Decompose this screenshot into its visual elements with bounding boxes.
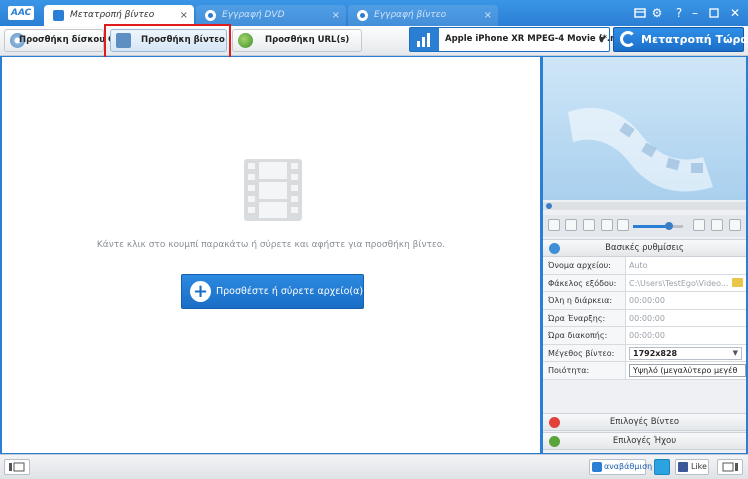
drop-hint: Κάντε κλικ στο κουμπί παρακάτω ή σύρετε … — [96, 240, 446, 250]
tab-label: Μετατροπή βίντεο — [70, 10, 155, 20]
twitter-icon[interactable] — [654, 459, 670, 475]
convert-label: Μετατροπή Τώρα! — [641, 33, 748, 46]
upgrade-icon — [592, 462, 602, 472]
tab-label: Εγγραφή βίντεο — [374, 10, 447, 20]
setting-label: Ώρα διακοπής: — [543, 327, 626, 344]
seek-bar[interactable] — [543, 202, 746, 210]
like-label: Like — [691, 462, 707, 471]
video-options-title: Επιλογές Βίντεο — [609, 417, 680, 427]
stop-icon[interactable] — [565, 219, 577, 231]
setting-row-duration: Όλη η διάρκεια: 00:00:00 — [543, 292, 746, 310]
basic-settings-title: Βασικές ρυθμίσεις — [605, 243, 684, 253]
file-drop-area[interactable]: Κάντε κλικ στο κουμπί παρακάτω ή σύρετε … — [2, 57, 540, 453]
add-cd-button[interactable]: Προσθήκη δίσκου CD — [4, 29, 121, 52]
cut-icon[interactable] — [711, 219, 723, 231]
tab-video-convert[interactable]: Μετατροπή βίντεο × — [44, 5, 194, 26]
chevron-down-icon: ▼ — [598, 35, 605, 44]
output-profile-select[interactable]: Apple iPhone XR MPEG-4 Movie (*.m... ▼ — [409, 27, 629, 52]
toggle-right-panel-button[interactable] — [717, 459, 743, 475]
video-options-icon — [549, 417, 560, 428]
volume-icon[interactable] — [617, 219, 629, 231]
chevron-down-icon: ▼ — [732, 348, 738, 357]
setting-label: Όλη η διάρκεια: — [543, 292, 626, 309]
film-strip-icon — [244, 159, 302, 221]
upgrade-button[interactable]: αναβάθμιση — [589, 459, 652, 475]
folder-icon[interactable] — [601, 219, 613, 231]
plus-icon: + — [190, 281, 211, 302]
setting-row-video-size: Μέγεθος βίντεο: 1792x828 ▼ — [543, 344, 746, 362]
setting-row-filename: Όνομα αρχείου: Auto — [543, 257, 746, 275]
video-size-select[interactable]: 1792x828 ▼ — [629, 346, 742, 360]
status-bar: αναβάθμιση Like — [0, 454, 748, 479]
globe-icon — [238, 33, 253, 48]
help-icon[interactable]: ? — [671, 5, 687, 21]
facebook-icon — [678, 462, 688, 472]
preview-area — [543, 57, 746, 200]
setting-row-quality: Ποιότητα: Υψηλό (μεγαλύτερο μεγέθ — [543, 362, 746, 380]
profile-bars-icon — [410, 28, 439, 51]
audio-options-icon — [549, 436, 560, 447]
duration-value: 00:00:00 — [629, 296, 665, 305]
convert-now-button[interactable]: Μετατροπή Τώρα! — [613, 27, 748, 52]
browse-folder-icon[interactable] — [732, 277, 743, 287]
volume-slider[interactable] — [633, 222, 683, 230]
quality-field[interactable]: Υψηλό (μεγαλύτερο μεγέθ — [629, 364, 746, 377]
add-url-label: Προσθήκη URL(s) — [265, 35, 350, 45]
video-options-header[interactable]: Επιλογές Βίντεο — [543, 413, 746, 431]
settings-icon — [549, 243, 560, 254]
toggle-panel-button[interactable] — [4, 459, 30, 475]
facebook-like-button[interactable]: Like — [675, 459, 709, 475]
filename-value[interactable]: Auto — [627, 257, 746, 274]
stop-time-value[interactable]: 00:00:00 — [627, 327, 746, 344]
title-bar: AAC Μετατροπή βίντεο × Εγγραφή DVD × Εγγ… — [0, 0, 748, 26]
minimize-icon[interactable]: – — [687, 5, 703, 21]
add-url-button[interactable]: Προσθήκη URL(s) — [232, 29, 362, 52]
effects-icon[interactable] — [693, 219, 705, 231]
tab-close-icon[interactable]: × — [332, 5, 340, 26]
setting-label: Μέγεθος βίντεο: — [543, 344, 626, 361]
snapshot-icon[interactable] — [583, 219, 595, 231]
add-file-button[interactable]: + Προσθέστε ή σύρετε αρχείο(α) — [181, 274, 364, 309]
audio-options-header[interactable]: Επιλογές Ήχου — [543, 432, 746, 450]
add-file-label: Προσθέστε ή σύρετε αρχείο(α) — [216, 286, 364, 297]
close-icon[interactable]: ✕ — [727, 5, 743, 21]
setting-row-start-time: Ώρα Έναρξης: 00:00:00 — [543, 309, 746, 327]
tab-dvd-burn[interactable]: Εγγραφή DVD × — [196, 5, 346, 26]
setting-label: Όνομα αρχείου: — [543, 257, 626, 274]
film-reel-graphic — [568, 107, 713, 192]
video-convert-icon — [53, 10, 64, 21]
gear-icon[interactable]: ⚙ — [649, 5, 665, 21]
tab-close-icon[interactable]: × — [180, 5, 188, 26]
settings-table: Όνομα αρχείου: Auto Φάκελος εξόδου: C:\U… — [543, 257, 746, 380]
setting-row-output-folder: Φάκελος εξόδου: C:\Users\TestEgo\Video..… — [543, 274, 746, 292]
setting-label: Φάκελος εξόδου: — [543, 274, 626, 291]
setting-label: Ποιότητα: — [543, 362, 626, 379]
tab-label: Εγγραφή DVD — [222, 10, 285, 20]
tab-close-icon[interactable]: × — [484, 5, 492, 26]
wrench-icon[interactable] — [729, 219, 741, 231]
seek-handle[interactable] — [546, 203, 552, 209]
upgrade-label: αναβάθμιση — [604, 462, 653, 471]
audio-options-title: Επιλογές Ήχου — [612, 436, 677, 446]
setting-row-stop-time: Ώρα διακοπής: 00:00:00 — [543, 327, 746, 345]
cart-icon[interactable] — [632, 5, 648, 21]
right-panel: Βασικές ρυθμίσεις Όνομα αρχείου: Auto Φά… — [543, 57, 746, 453]
video-size-value: 1792x828 — [633, 348, 678, 358]
basic-settings-header[interactable]: Βασικές ρυθμίσεις — [543, 239, 746, 257]
disc-icon — [205, 10, 216, 21]
start-time-value[interactable]: 00:00:00 — [627, 310, 746, 327]
setting-label: Ώρα Έναρξης: — [543, 309, 626, 326]
tab-video-record[interactable]: Εγγραφή βίντεο × — [348, 5, 498, 26]
app-logo: AAC — [8, 6, 35, 20]
refresh-icon — [620, 31, 636, 47]
player-controls — [543, 215, 746, 237]
record-icon — [357, 10, 368, 21]
play-icon[interactable] — [548, 219, 560, 231]
maximize-icon[interactable] — [706, 5, 722, 21]
output-folder-value[interactable]: C:\Users\TestEgo\Video... — [627, 275, 728, 292]
